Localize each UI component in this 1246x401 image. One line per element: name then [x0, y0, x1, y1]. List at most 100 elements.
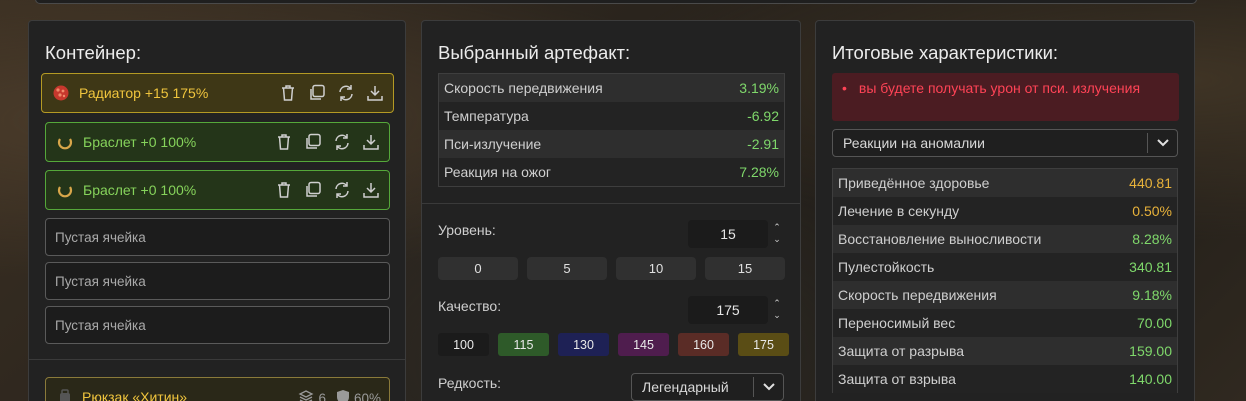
- stat-value: 7.28%: [739, 164, 779, 180]
- level-preset-button[interactable]: 5: [527, 257, 607, 280]
- table-row: Переносимый вес 70.00: [833, 309, 1177, 337]
- stat-value: 140.00: [1129, 371, 1172, 387]
- shield-icon: [336, 389, 350, 401]
- table-row: Пулестойкость 340.81: [833, 253, 1177, 281]
- divider: [422, 203, 800, 204]
- quality-stepper[interactable]: ⌃ ⌄: [772, 297, 782, 325]
- level-preset-button[interactable]: 0: [438, 257, 518, 280]
- stat-label: Защита от взрыва: [838, 371, 956, 387]
- backpack-name: Рюкзак «Хитин»: [82, 389, 188, 401]
- download-icon[interactable]: [361, 180, 381, 200]
- stat-value: -6.92: [747, 108, 779, 124]
- table-row: Скорость передвижения 9.18%: [833, 281, 1177, 309]
- top-bar: [35, 0, 1197, 4]
- stat-value: 70.00: [1136, 315, 1172, 331]
- quality-input[interactable]: 175: [688, 296, 768, 324]
- table-row: Скорость передвижения 3.19%: [439, 74, 784, 102]
- stat-value: 0.50%: [1132, 203, 1172, 219]
- radiator-icon: [51, 83, 71, 103]
- backpack-slot[interactable]: Рюкзак «Хитин» 6 60%: [45, 377, 390, 401]
- stat-value: 9.18%: [1132, 287, 1172, 303]
- slot-label: Браслет +0 100%: [83, 182, 197, 198]
- level-presets: 0 5 10 15: [438, 257, 785, 280]
- quality-preset-button[interactable]: 145: [618, 333, 669, 356]
- artifact-panel: Выбранный артефакт: Скорость передвижени…: [421, 20, 801, 401]
- bracelet-icon: [55, 132, 75, 152]
- stat-label: Приведённое здоровье: [838, 175, 990, 191]
- refresh-icon[interactable]: [332, 180, 352, 200]
- trash-icon[interactable]: [278, 83, 298, 103]
- rarity-select[interactable]: Легендарный: [631, 373, 784, 401]
- stat-value: 340.81: [1129, 259, 1172, 275]
- stat-value: 8.28%: [1132, 231, 1172, 247]
- stat-label: Температура: [444, 108, 529, 124]
- stat-label: Пулестойкость: [838, 259, 935, 275]
- stat-value: -2.91: [747, 136, 779, 152]
- container-panel: Контейнер: Радиатор +15 175% Браслет +0 …: [28, 20, 406, 401]
- refresh-icon[interactable]: [332, 132, 352, 152]
- artifact-title: Выбранный артефакт:: [438, 42, 631, 63]
- quality-preset-button[interactable]: 175: [738, 333, 789, 356]
- empty-slot[interactable]: Пустая ячейка: [45, 218, 390, 256]
- stat-label: Скорость передвижения: [444, 80, 603, 96]
- rarity-value: Легендарный: [642, 379, 729, 395]
- quality-label: Качество:: [438, 298, 502, 314]
- level-stepper[interactable]: ⌃ ⌄: [772, 221, 782, 249]
- quality-preset-button[interactable]: 160: [678, 333, 729, 356]
- stat-label: Реакция на ожог: [444, 164, 552, 180]
- summary-stats-table: Приведённое здоровье 440.81 Лечение в сек…: [832, 168, 1178, 393]
- empty-slot[interactable]: Пустая ячейка: [45, 306, 390, 344]
- stat-value: 159.00: [1129, 343, 1172, 359]
- container-slot-radiator[interactable]: Радиатор +15 175%: [41, 73, 394, 113]
- copy-icon[interactable]: [307, 83, 327, 103]
- quality-preset-button[interactable]: 130: [558, 333, 609, 356]
- copy-icon[interactable]: [303, 180, 323, 200]
- chevron-down-icon[interactable]: ⌄: [772, 233, 782, 245]
- table-row: Температура -6.92: [439, 102, 784, 130]
- container-slot-bracelet-1[interactable]: Браслет +0 100%: [45, 122, 390, 162]
- chevron-down-icon[interactable]: ⌄: [772, 309, 782, 321]
- chevron-down-icon[interactable]: [1147, 133, 1177, 153]
- rarity-label: Редкость:: [438, 375, 502, 391]
- level-preset-button[interactable]: 15: [705, 257, 785, 280]
- refresh-icon[interactable]: [336, 83, 356, 103]
- download-icon[interactable]: [365, 83, 385, 103]
- psi-warning-alert: • вы будете получать урон от пси. излучен…: [832, 73, 1179, 121]
- divider: [29, 359, 405, 360]
- container-title: Контейнер:: [45, 42, 142, 63]
- chevron-up-icon[interactable]: ⌃: [772, 297, 782, 309]
- download-icon[interactable]: [361, 132, 381, 152]
- quality-preset-button[interactable]: 115: [498, 333, 549, 356]
- copy-icon[interactable]: [303, 132, 323, 152]
- table-row: Защита от разрыва 159.00: [833, 337, 1177, 365]
- empty-slot[interactable]: Пустая ячейка: [45, 262, 390, 300]
- table-row: Приведённое здоровье 440.81: [833, 169, 1177, 197]
- quality-presets: 100 115 130 145 160 175: [438, 333, 789, 356]
- summary-panel: Итоговые характеристики: • вы будете полу…: [815, 20, 1195, 401]
- backpack-armor: 60%: [353, 391, 381, 401]
- level-preset-button[interactable]: 10: [616, 257, 696, 280]
- stat-value: 440.81: [1129, 175, 1172, 191]
- artifact-stats-table: Скорость передвижения 3.19% Температура -6…: [438, 73, 785, 187]
- backpack-icon: [58, 389, 74, 401]
- container-slot-bracelet-2[interactable]: Браслет +0 100%: [45, 170, 390, 210]
- trash-icon[interactable]: [274, 132, 294, 152]
- warning-text: вы будете получать урон от пси. излучени…: [858, 80, 1141, 96]
- table-row: Восстановление выносливости 8.28%: [833, 225, 1177, 253]
- level-label: Уровень:: [438, 222, 496, 238]
- stat-label: Скорость передвижения: [838, 287, 997, 303]
- stat-label: Лечение в секунду: [838, 203, 960, 219]
- stat-label: Защита от разрыва: [838, 343, 965, 359]
- quality-preset-button[interactable]: 100: [438, 333, 489, 356]
- chevron-down-icon[interactable]: [753, 377, 783, 397]
- level-input[interactable]: 15: [688, 220, 768, 248]
- table-row: Лечение в секунду 0.50%: [833, 197, 1177, 225]
- chevron-up-icon[interactable]: ⌃: [772, 221, 782, 233]
- backpack-slots-count: 6: [318, 391, 326, 401]
- summary-title: Итоговые характеристики:: [832, 42, 1059, 63]
- stats-category-select[interactable]: Реакции на аномалии: [832, 129, 1178, 157]
- layers-icon: [298, 389, 314, 401]
- category-value: Реакции на аномалии: [843, 135, 985, 151]
- trash-icon[interactable]: [274, 180, 294, 200]
- table-row: Защита от взрыва 140.00: [833, 365, 1177, 393]
